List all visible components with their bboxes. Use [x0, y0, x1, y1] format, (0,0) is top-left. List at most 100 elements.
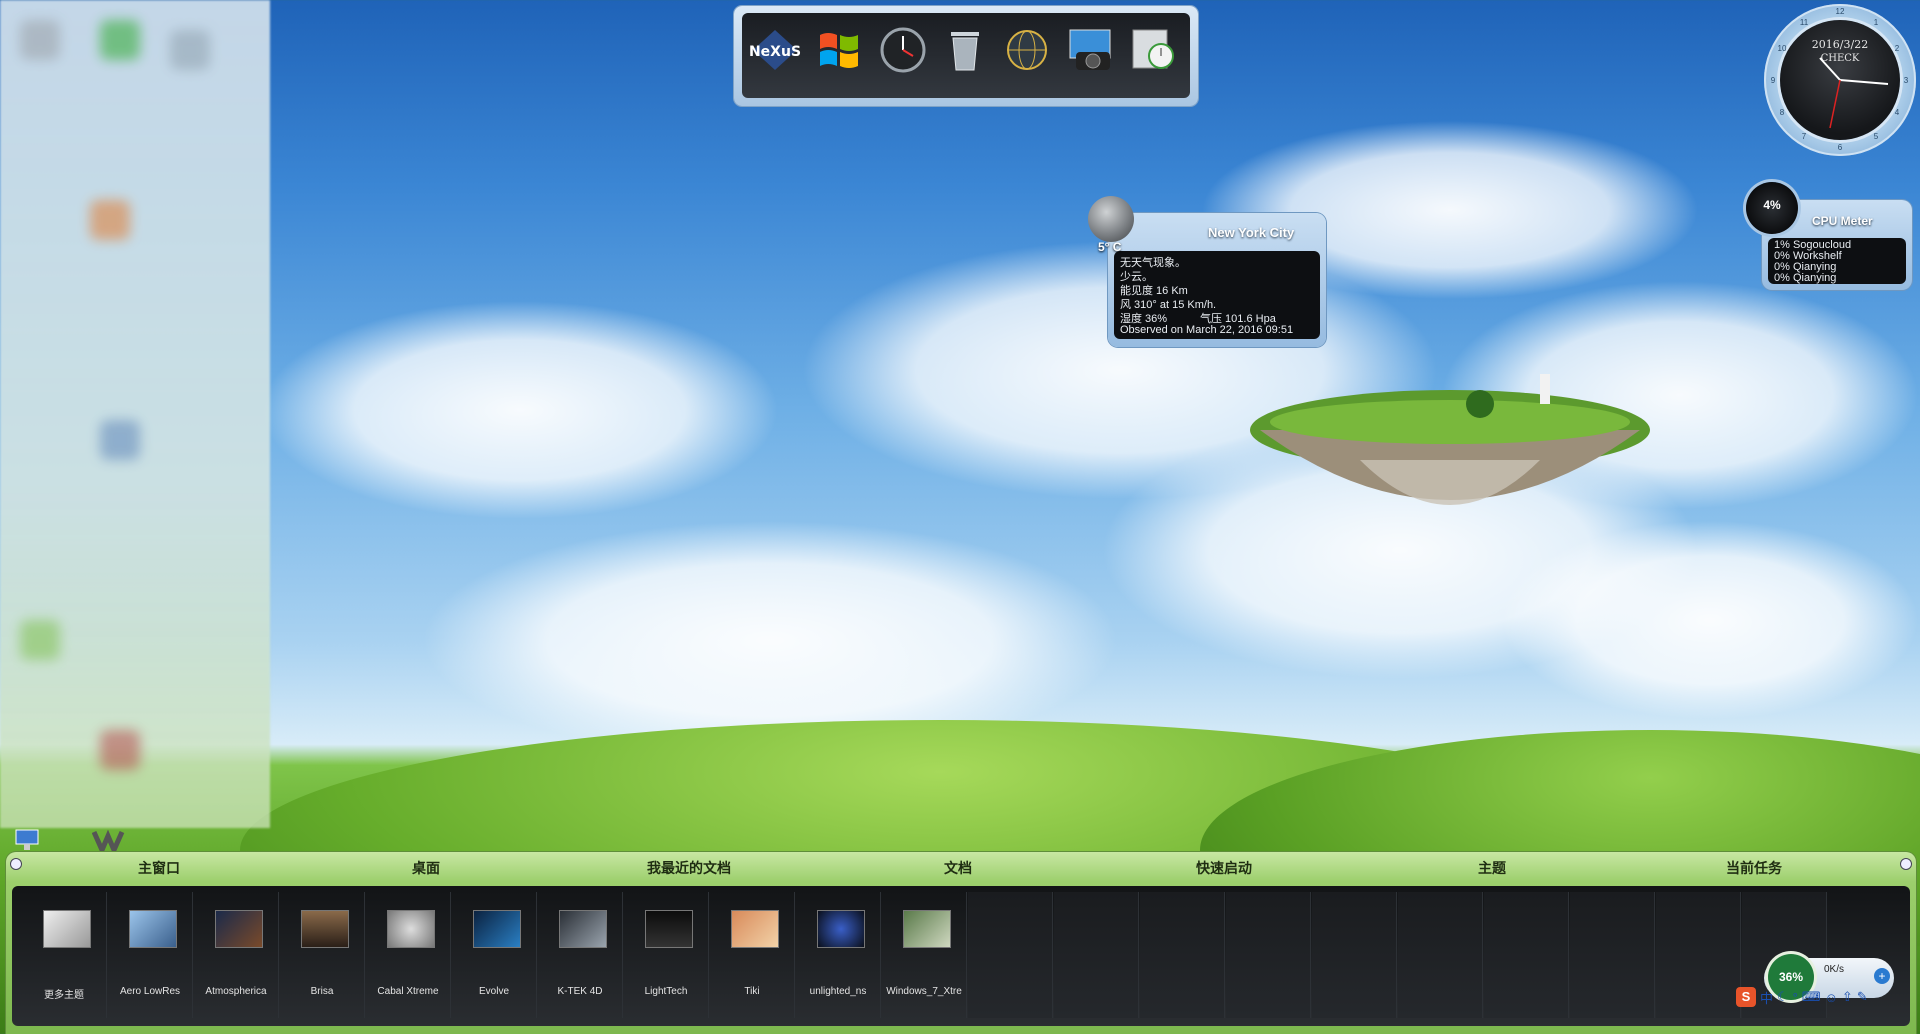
theme-thumbnail — [473, 910, 521, 948]
user-icon[interactable]: ☺ — [1825, 990, 1838, 1005]
theme-label: LightTech — [644, 986, 688, 997]
camera-icon[interactable] — [1064, 23, 1118, 77]
moon-icon[interactable]: ☾ — [1777, 989, 1789, 1005]
clock-number: 5 — [1873, 132, 1879, 141]
theme-item[interactable]: unlighted_ns — [796, 892, 881, 1018]
network-globe-icon[interactable] — [1000, 23, 1054, 77]
windows-logo-icon[interactable] — [812, 23, 866, 77]
cpu-percent: 4% — [1763, 198, 1781, 212]
theme-thumbnail — [817, 910, 865, 948]
clock-number: 1 — [1873, 18, 1879, 27]
weather-observed: Observed on March 22, 2016 09:51 — [1120, 324, 1294, 336]
theme-item-more[interactable]: 更多主题 — [22, 892, 107, 1018]
theme-thumbnail — [731, 910, 779, 948]
empty-slot — [1484, 892, 1569, 1018]
tab-desktop[interactable]: 桌面 — [412, 858, 440, 878]
theme-label: unlighted_ns — [809, 986, 867, 997]
theme-item[interactable]: Atmospherica — [194, 892, 279, 1018]
tab-current-tasks[interactable]: 当前任务 — [1726, 858, 1782, 878]
shelf-right-handle[interactable] — [1900, 858, 1912, 870]
weather-city: New York City — [1208, 225, 1295, 240]
theme-thumbnail — [387, 910, 435, 948]
weather-details: 无天气现象。 少云。 能见度 16 Km 风 310° at 15 Km/h. … — [1114, 251, 1320, 339]
moon-weather-icon — [1088, 196, 1134, 242]
theme-label: Atmospherica — [205, 986, 267, 997]
theme-label: Brisa — [310, 986, 334, 997]
shelf-left-handle[interactable] — [10, 858, 22, 870]
wrench-icon[interactable]: ✎ — [1857, 989, 1868, 1005]
analog-clock-gadget[interactable]: 2016/3/22 CHECK 12 1 2 3 4 5 6 7 8 9 10 … — [1764, 4, 1916, 156]
tab-main-window[interactable]: 主窗口 — [138, 858, 180, 878]
clock-number: 3 — [1903, 76, 1909, 85]
ime-mode-label[interactable]: 中 — [1760, 988, 1773, 1007]
clock-icon[interactable] — [876, 23, 930, 77]
clock-number: 10 — [1777, 44, 1787, 53]
theme-thumbnail — [903, 910, 951, 948]
add-icon[interactable]: + — [1874, 968, 1890, 984]
clock-number: 9 — [1770, 76, 1776, 85]
theme-thumbnail — [215, 910, 263, 948]
theme-label: K-TEK 4D — [557, 986, 603, 997]
clock-number: 11 — [1799, 18, 1809, 27]
empty-slot — [1226, 892, 1311, 1018]
empty-slot — [1570, 892, 1655, 1018]
theme-label: Aero LowRes — [119, 986, 181, 997]
theme-item[interactable]: Tiki — [710, 892, 795, 1018]
empty-slot — [1312, 892, 1397, 1018]
blurred-sidebar — [0, 0, 270, 828]
empty-slot — [1398, 892, 1483, 1018]
theme-item[interactable]: LightTech — [624, 892, 709, 1018]
weather-temperature: 5° C — [1098, 240, 1122, 254]
network-desktop-icon[interactable] — [14, 826, 48, 854]
dock-shelf: NeXuS — [742, 13, 1190, 98]
empty-slot — [1054, 892, 1139, 1018]
empty-slot — [968, 892, 1053, 1018]
cpu-meter-title: CPU Meter — [1812, 214, 1873, 228]
nexus-icon[interactable]: NeXuS — [748, 23, 802, 77]
theme-label: 更多主题 — [44, 990, 84, 1001]
cpu-process: 0% Qianying — [1774, 272, 1837, 284]
trash-icon[interactable] — [938, 23, 992, 77]
tab-recent-documents[interactable]: 我最近的文档 — [647, 858, 731, 878]
clock-number: 2 — [1894, 44, 1900, 53]
clock-number: 7 — [1801, 132, 1807, 141]
theme-item[interactable]: Brisa — [280, 892, 365, 1018]
winstep-desktop-icon[interactable] — [91, 828, 134, 857]
weather-gadget[interactable]: New York City 无天气现象。 少云。 能见度 16 Km 风 310… — [1108, 213, 1326, 347]
upload-speed: 0K/s — [1824, 964, 1845, 975]
empty-slot — [1140, 892, 1225, 1018]
theme-label: Windows_7_Xtre — [886, 986, 962, 997]
system-clock-icon[interactable] — [1126, 23, 1180, 77]
theme-thumbnail — [301, 910, 349, 948]
winstep-shelf: 主窗口 桌面 我最近的文档 文档 快速启动 主题 当前任务 更多主题 Aero … — [6, 852, 1916, 1034]
clock-number: 6 — [1837, 143, 1843, 152]
upload-icon[interactable]: ⇧ — [1842, 989, 1853, 1005]
clock-number: 12 — [1835, 7, 1845, 16]
theme-thumbnail — [559, 910, 607, 948]
theme-item[interactable]: Windows_7_Xtre — [882, 892, 967, 1018]
clock-number: 8 — [1779, 108, 1785, 117]
svg-text:NeXuS: NeXuS — [749, 44, 801, 60]
tab-quick-launch[interactable]: 快速启动 — [1196, 858, 1252, 878]
theme-label: Evolve — [478, 986, 509, 997]
tab-themes[interactable]: 主题 — [1478, 858, 1506, 878]
sogou-input-toolbar[interactable]: S 中 ☾ ° ⌨ ☺ ⇧ ✎ — [1736, 986, 1916, 1008]
keyboard-icon[interactable]: ⌨ — [1802, 989, 1821, 1005]
network-percent: 36% — [1778, 970, 1804, 984]
floating-island — [1250, 374, 1650, 505]
clock-face: 2016/3/22 CHECK — [1780, 20, 1900, 140]
empty-slot — [1656, 892, 1741, 1018]
nexus-dock: NeXuS — [734, 6, 1198, 106]
punctuation-icon[interactable]: ° — [1793, 990, 1798, 1005]
theme-thumbnail — [129, 910, 177, 948]
tab-documents[interactable]: 文档 — [944, 858, 972, 878]
theme-item[interactable]: Cabal Xtreme — [366, 892, 451, 1018]
sogou-logo-icon[interactable]: S — [1736, 987, 1756, 1007]
clock-number: 4 — [1894, 108, 1900, 117]
theme-item[interactable]: Aero LowRes — [108, 892, 193, 1018]
theme-label: Cabal Xtreme — [377, 986, 439, 997]
theme-item[interactable]: K-TEK 4D — [538, 892, 623, 1018]
theme-item[interactable]: Evolve — [452, 892, 537, 1018]
theme-label: Tiki — [744, 986, 760, 997]
theme-thumbnail — [645, 910, 693, 948]
